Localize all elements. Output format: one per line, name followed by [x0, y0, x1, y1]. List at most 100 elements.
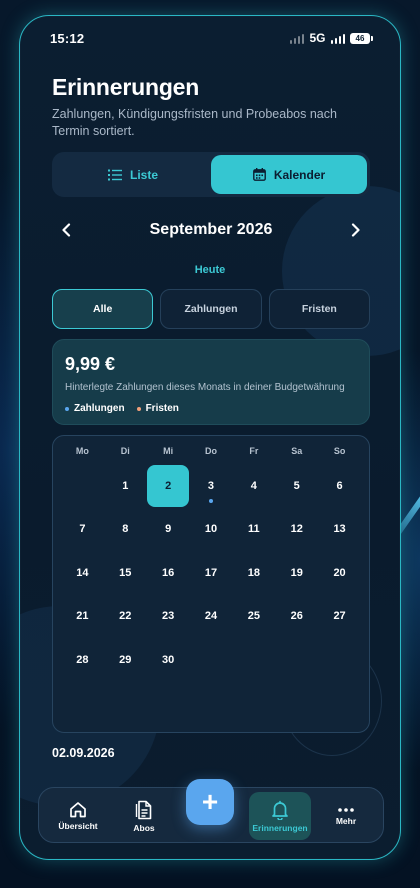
legend-label: Fristen [145, 403, 179, 414]
page-subtitle: Zahlungen, Kündigungsfristen und Probeab… [52, 107, 337, 138]
nav-label: Erinnerungen [252, 822, 308, 833]
calendar-day[interactable]: 28 [61, 638, 104, 682]
calendar-day[interactable]: 16 [147, 551, 190, 595]
filter-payments[interactable]: Zahlungen [160, 289, 262, 329]
nav-reminders[interactable]: Erinnerungen [249, 792, 311, 840]
calendar-day[interactable]: 10 [190, 508, 233, 552]
month-label: September 2026 [149, 221, 273, 238]
weekday-label: Di [120, 446, 130, 456]
weekday-label: Mi [163, 446, 174, 456]
calendar-view-label: Kalender [273, 167, 326, 182]
calendar-icon [252, 168, 266, 181]
weekday-header: Mo Di Mi Do Fr Sa So [61, 446, 361, 464]
calendar-day[interactable]: 21 [61, 595, 104, 639]
calendar-day-number: 18 [247, 566, 260, 579]
calendar-day-number: 27 [333, 610, 346, 623]
calendar-view-button[interactable]: Kalender [211, 155, 367, 194]
weekday-label: Fr [249, 446, 259, 456]
signal-icon [330, 33, 345, 44]
calendar-day[interactable]: 24 [190, 595, 233, 639]
calendar-day-number: 24 [204, 610, 218, 623]
nav-more[interactable]: Mehr [315, 792, 377, 840]
nav-label: Mehr [335, 815, 357, 826]
calendar-day[interactable]: 14 [61, 551, 104, 595]
deadline-dot-icon [136, 406, 141, 411]
calendar-day[interactable]: 18 [232, 551, 275, 595]
calendar-day-number: 16 [162, 566, 175, 579]
calendar-day[interactable]: 3 [190, 464, 233, 508]
weekday-label: Sa [291, 446, 303, 456]
calendar-day-number: 13 [333, 523, 346, 536]
calendar-day-number: 2 [147, 464, 190, 507]
legend-deadlines: Fristen [136, 403, 179, 414]
filter-all[interactable]: Alle [52, 289, 154, 329]
filter-chips: Alle Zahlungen Fristen [52, 289, 370, 329]
calendar-day-number: 4 [250, 479, 257, 492]
calendar-day[interactable]: 27 [318, 595, 361, 639]
summary-description: Hinterlegte Zahlungen dieses Monats in d… [65, 382, 345, 393]
calendar-day[interactable]: 11 [232, 508, 275, 552]
more-dots-icon [338, 807, 354, 812]
calendar-day[interactable]: 15 [104, 551, 147, 595]
weekday-label: So [333, 446, 346, 456]
calendar-blank-cell [61, 464, 104, 508]
calendar-day-number: 5 [293, 479, 300, 492]
calendar-day-number: 1 [122, 479, 129, 492]
calendar-day[interactable]: 6 [318, 464, 361, 508]
calendar-day[interactable]: 26 [275, 595, 318, 639]
calendar-day-number: 10 [204, 523, 218, 536]
nav-label: Übersicht [58, 821, 98, 831]
calendar-day-number: 9 [165, 523, 172, 536]
calendar-day[interactable]: 23 [147, 595, 190, 639]
nav-subscriptions[interactable]: Abos [113, 792, 175, 840]
calendar-day-selected[interactable]: 2 [147, 464, 190, 508]
page-title: Erinnerungen [52, 74, 200, 100]
calendar-day[interactable]: 8 [104, 508, 147, 552]
calendar-day[interactable]: 7 [61, 508, 104, 552]
list-view-button[interactable]: Liste [55, 155, 211, 194]
calendar-day[interactable]: 4 [232, 464, 275, 508]
calendar-day-number: 14 [76, 566, 89, 579]
payment-dot-icon [208, 498, 213, 503]
calendar-day-number: 17 [204, 566, 218, 579]
view-toggle: Liste Kalender [52, 152, 370, 197]
status-bar: 15:12 5G 46 [20, 16, 400, 60]
summary-legend: Zahlungen Fristen [65, 403, 357, 414]
legend-payments: Zahlungen [65, 403, 125, 414]
calendar-day[interactable]: 22 [104, 595, 147, 639]
network-type: 5G [309, 31, 326, 45]
calendar-day-number: 6 [336, 479, 343, 492]
selected-date-heading: 02.09.2026 [52, 746, 115, 760]
calendar-day-number: 22 [119, 610, 132, 623]
calendar-day[interactable]: 30 [147, 638, 190, 682]
calendar-day-number: 26 [290, 610, 303, 623]
calendar-day-number: 11 [248, 523, 260, 536]
nav-overview[interactable]: Übersicht [47, 792, 109, 840]
bell-icon [272, 800, 288, 820]
chevron-right-icon [351, 223, 360, 237]
next-month-button[interactable] [342, 216, 370, 244]
calendar-day[interactable]: 12 [275, 508, 318, 552]
status-icons: 5G 46 [289, 31, 373, 45]
calendar-day[interactable]: 29 [104, 638, 147, 682]
calendar-day[interactable]: 9 [147, 508, 190, 552]
calendar-day[interactable]: 17 [190, 551, 233, 595]
previous-month-button[interactable] [52, 216, 80, 244]
calendar-day[interactable]: 19 [275, 551, 318, 595]
calendar-day-number: 8 [122, 523, 129, 536]
filter-deadlines[interactable]: Fristen [268, 289, 370, 329]
calendar-day-number: 21 [76, 610, 89, 623]
calendar-day[interactable]: 5 [275, 464, 318, 508]
home-icon [70, 802, 86, 818]
calendar-day-number: 12 [290, 523, 303, 536]
chevron-left-icon [62, 223, 71, 237]
add-reminder-button[interactable]: + [186, 779, 234, 825]
calendar-day[interactable]: 20 [318, 551, 361, 595]
calendar-day[interactable]: 13 [318, 508, 361, 552]
list-view-label: Liste [129, 167, 158, 182]
today-button[interactable]: Heute [20, 264, 400, 276]
calendar-day[interactable]: 25 [232, 595, 275, 639]
calendar-day-number: 19 [290, 566, 303, 579]
calendar-day[interactable]: 1 [104, 464, 147, 508]
phone-frame: 15:12 5G 46 Erinnerungen Zahlungen, Künd… [19, 15, 401, 860]
